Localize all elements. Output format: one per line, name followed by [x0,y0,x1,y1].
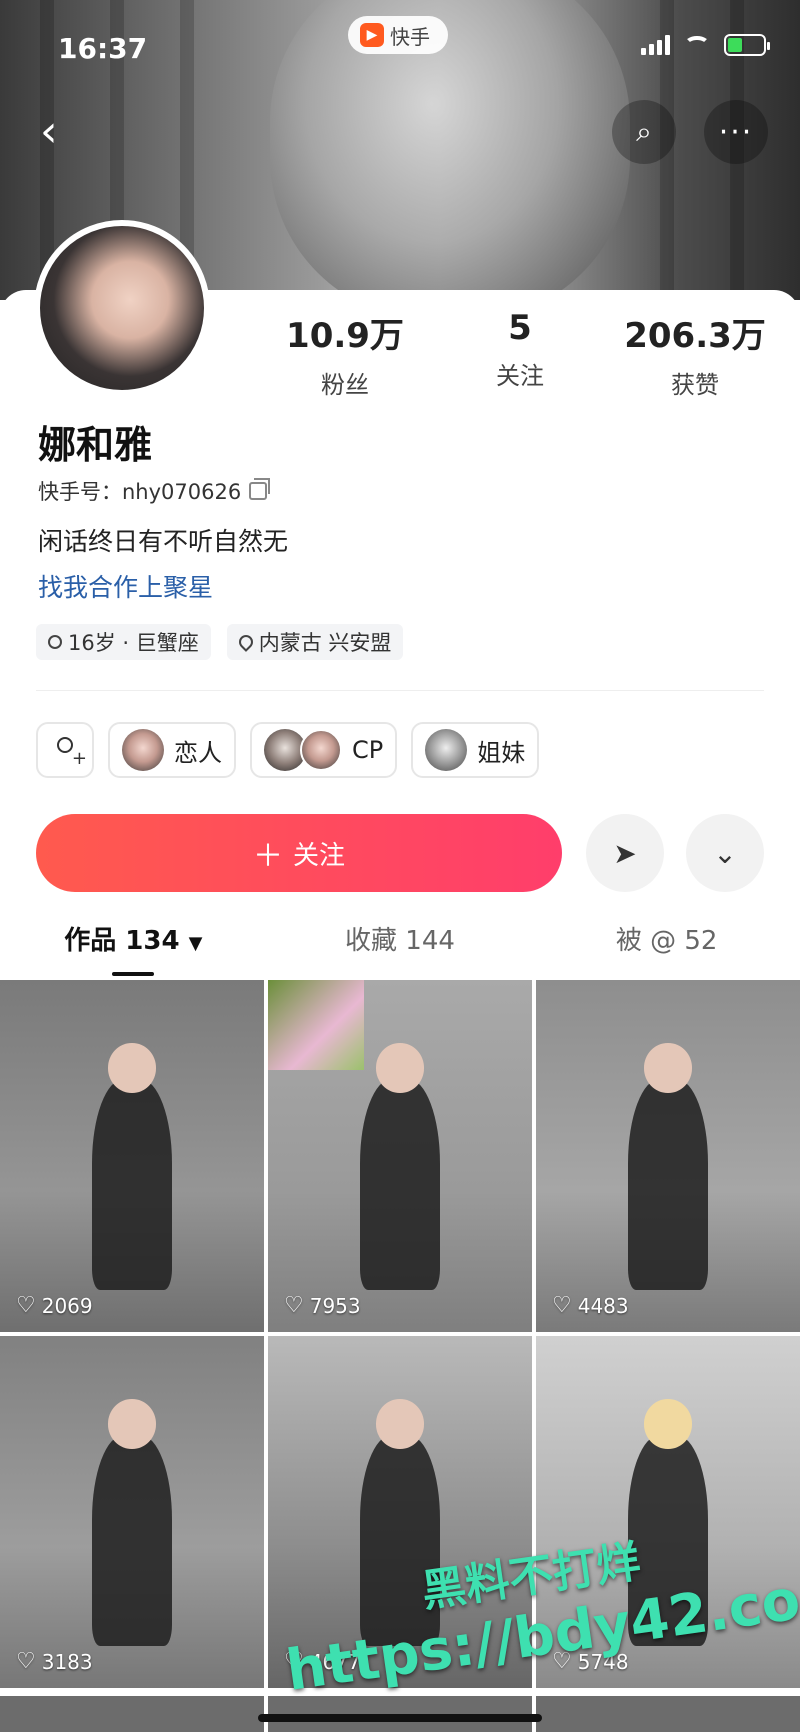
divider [36,690,764,691]
stat-label: 获赞 [671,371,719,399]
more-icon[interactable]: ··· [704,100,768,164]
relation-label: 姐妹 [477,738,526,767]
battery-icon [724,34,770,56]
tab-label: 作品 134 [64,926,180,956]
like-count-value: 7953 [309,1293,361,1318]
avatar[interactable] [34,220,210,396]
add-friend-button[interactable] [36,722,94,778]
stat-label: 粉丝 [321,371,369,399]
stat-following[interactable]: 5 关注 [435,308,605,400]
heart-icon: ♡ [552,1293,572,1318]
stat-fans[interactable]: 10.9万 粉丝 [260,308,430,400]
send-icon[interactable]: ➤ [586,814,664,892]
plus-icon: ＋ [252,839,283,874]
video-tile[interactable]: ♡ 4483 [536,980,800,1332]
content-tabs: 作品 134 ▼ 收藏 144 被 @ 52 [0,920,800,976]
relation-label: CP [352,736,384,764]
app-badge: ▶ 快手 [348,16,448,54]
age-tag: 16岁 · 巨蟹座 [36,624,211,660]
like-count: ♡ 2069 [16,1293,93,1318]
home-indicator [258,1714,542,1722]
relation-avatar [122,729,164,771]
inset-thumbnail [268,980,364,1070]
gender-icon [48,635,62,649]
tab-label: 收藏 144 [345,926,455,956]
stat-number: 5 [508,308,532,348]
profile-bio: 闲话终日有不听自然无 [38,527,289,556]
heart-icon: ♡ [16,1649,36,1674]
system-icons [641,34,770,56]
like-count: ♡ 4483 [552,1293,629,1318]
kuaishou-id: 快手号：nhy070626 [38,476,271,506]
stat-label: 关注 [496,362,544,390]
status-time: 16:37 [58,32,148,65]
video-tile[interactable]: ♡ 3183 [0,1336,264,1688]
add-friend-icon [53,737,87,769]
like-count: ♡ 7953 [284,1293,361,1318]
stat-number: 206.3万 [624,316,766,356]
video-tile[interactable]: ♡ 2069 [0,980,264,1332]
location-tag: 内蒙古 兴安盟 [226,624,404,660]
heart-icon: ♡ [284,1293,304,1318]
video-tile[interactable]: ♡ 7953 [268,980,532,1332]
chevron-down-icon[interactable]: ⌄ [686,814,764,892]
status-bar: 16:37 ▶ 快手 [0,0,800,90]
like-count: ♡ 3183 [16,1649,93,1674]
tab-favorites[interactable]: 收藏 144 [267,920,534,976]
relation-cp[interactable]: CP [250,722,398,778]
like-count-value: 3183 [41,1649,93,1674]
relation-avatar [425,729,468,771]
copy-icon[interactable] [249,478,271,500]
like-count-value: 4483 [577,1293,629,1318]
follow-button-label: 关注 [292,840,345,871]
location-icon [235,632,256,652]
tab-label: 被 @ 52 [615,926,718,956]
like-count-value: 2069 [41,1293,93,1318]
tab-mentions[interactable]: 被 @ 52 [533,920,800,976]
tab-works[interactable]: 作品 134 ▼ [0,920,267,976]
location-tag-label: 内蒙古 兴安盟 [258,631,392,655]
relation-sisters[interactable]: 姐妹 [411,722,540,778]
profile-stats: 10.9万 粉丝 5 关注 206.3万 获赞 [260,308,780,400]
stat-likes[interactable]: 206.3万 获赞 [610,308,780,400]
heart-icon: ♡ [16,1293,36,1318]
age-tag-label: 16岁 · 巨蟹座 [68,631,199,655]
back-icon[interactable]: ‹ [40,102,90,162]
profile-link[interactable]: 找我合作上聚星 [38,568,213,604]
relation-lover[interactable]: 恋人 [108,722,236,778]
relation-label: 恋人 [174,738,222,767]
wifi-icon [684,36,710,54]
signal-icon [641,35,670,55]
stat-number: 10.9万 [286,316,404,356]
follow-button[interactable]: ＋ 关注 [36,814,562,892]
relations-row: 恋人 CP 姐妹 [36,722,540,778]
profile-tags: 16岁 · 巨蟹座 内蒙古 兴安盟 [36,624,404,660]
app-name: 快手 [390,24,430,49]
kuaishou-logo-icon: ▶ [360,23,384,47]
profile-name: 娜和雅 [38,423,153,467]
kuaishou-id-text: 快手号：nhy070626 [38,480,242,504]
caret-down-icon: ▼ [188,933,203,954]
search-icon[interactable]: ⌕ [612,100,676,164]
relation-avatar [300,729,342,771]
